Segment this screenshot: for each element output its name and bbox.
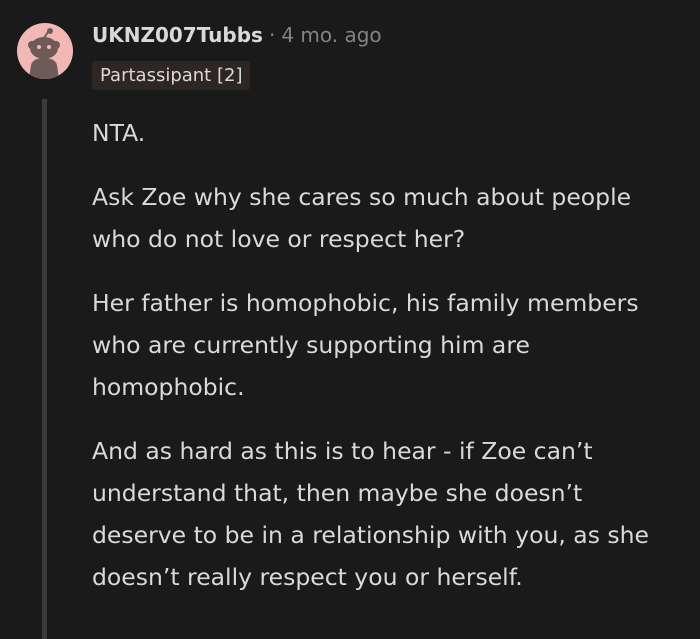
comment-paragraph: Her father is homophobic, his family mem…	[92, 289, 639, 401]
username-link[interactable]: UKNZ007Tubbs	[92, 23, 263, 47]
thread-collapse-line[interactable]	[42, 99, 47, 639]
meta-separator: ·	[268, 23, 276, 47]
comment: UKNZ007Tubbs · 4 mo. ago Partassipant [2…	[0, 0, 700, 639]
comment-paragraph: And as hard as this is to hear - if Zoe …	[92, 437, 650, 591]
comment-body: NTA. Ask Zoe why she cares so much about…	[92, 112, 682, 620]
timestamp-link[interactable]: 4 mo. ago	[281, 23, 381, 47]
user-flair: Partassipant [2]	[92, 61, 251, 90]
comment-header: UKNZ007Tubbs · 4 mo. ago	[92, 19, 382, 51]
comment-paragraph: NTA.	[92, 119, 146, 147]
snoo-avatar-icon[interactable]	[17, 23, 73, 79]
snoo-avatar-graphic	[28, 28, 60, 79]
comment-paragraph: Ask Zoe why she cares so much about peop…	[92, 183, 632, 253]
